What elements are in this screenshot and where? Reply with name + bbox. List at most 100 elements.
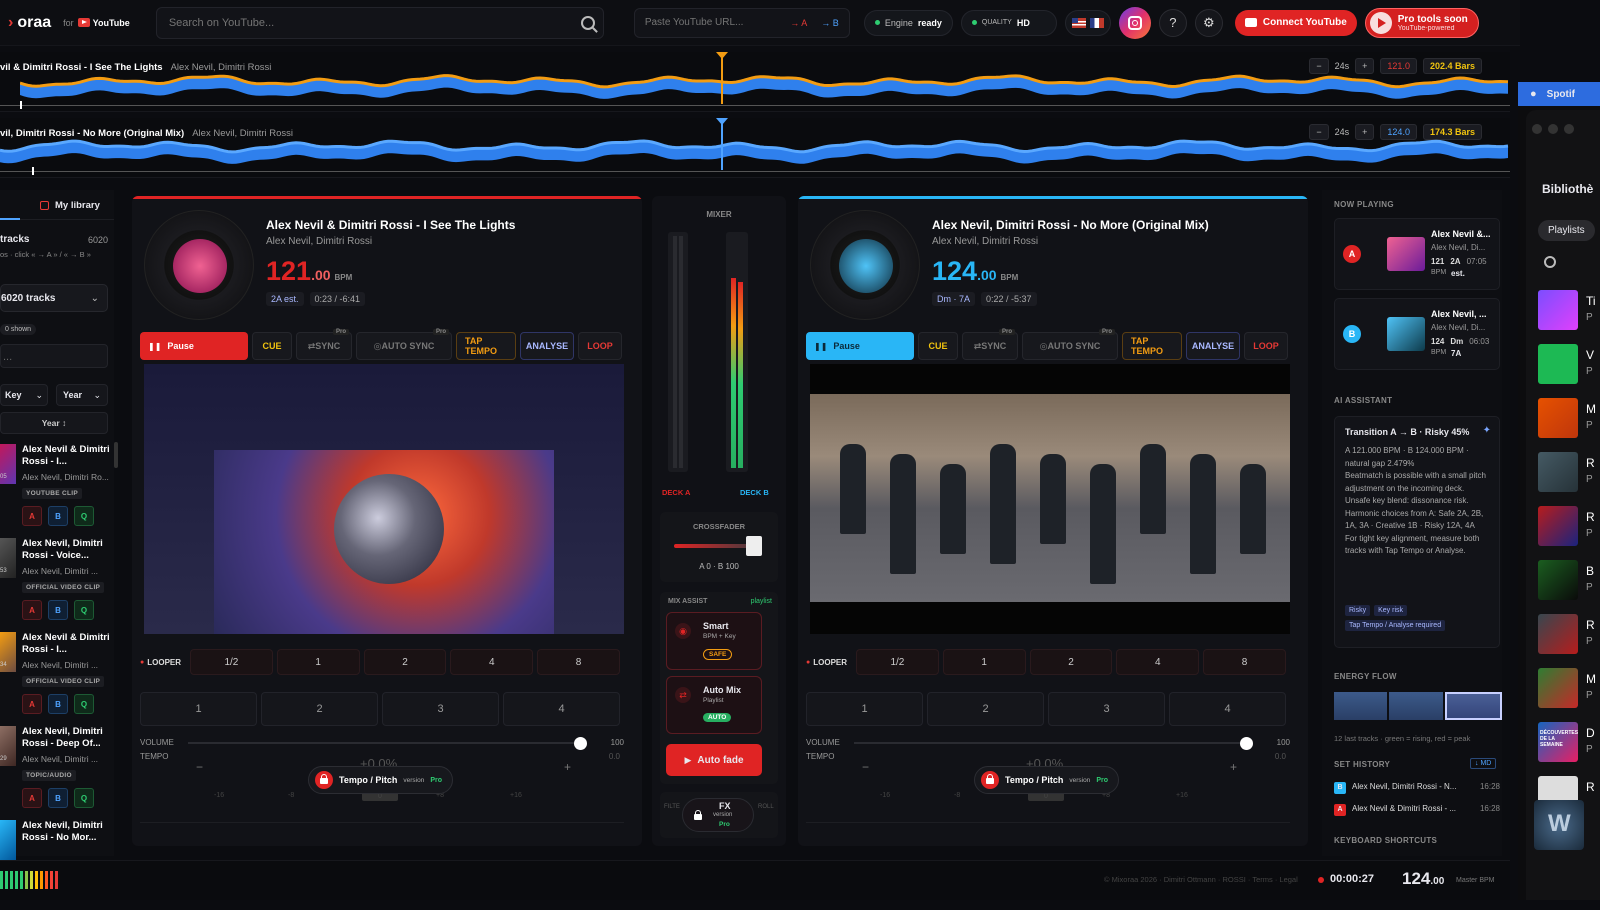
spotify-playlist-item[interactable]: DÉCOUVERTES DE LA SEMAINE D P: [1538, 722, 1600, 766]
key-select[interactable]: Key ⌄: [0, 384, 48, 406]
load-deck-b-button[interactable]: B: [48, 600, 68, 620]
language-switch[interactable]: [1064, 9, 1111, 36]
tempo-pitch-pro-button[interactable]: Tempo / Pitch version Pro: [974, 766, 1119, 794]
loop-button[interactable]: LOOP: [1244, 332, 1288, 360]
queue-button[interactable]: Q: [74, 600, 94, 620]
now-playing-card[interactable]: A Alex Nevil &... Alex Nevil, Di... 121 2A 07…: [1334, 218, 1500, 290]
loop-length-button[interactable]: 4: [1116, 649, 1200, 675]
help-icon[interactable]: ?: [1158, 8, 1187, 37]
tempo-minus-button[interactable]: −: [196, 760, 203, 774]
spotify-playlist-item[interactable]: BP: [1538, 560, 1600, 604]
spotify-tab[interactable]: ● Spotif: [1518, 82, 1600, 106]
url-input[interactable]: [644, 17, 781, 28]
load-deck-a-button[interactable]: A: [22, 600, 42, 620]
library-track-item[interactable]: 53 Alex Nevil, Dimitri Rossi - Voice... Al…: [0, 538, 114, 628]
hot-cue-button[interactable]: 2: [261, 692, 378, 726]
crossfader-handle[interactable]: [746, 536, 762, 556]
spotify-playlist-item[interactable]: MP: [1538, 398, 1600, 442]
now-playing-card[interactable]: B Alex Nevil, ... Alex Nevil, Di... 124 Dm 06…: [1334, 298, 1500, 370]
loop-length-button[interactable]: 4: [450, 649, 534, 675]
search-icon[interactable]: [580, 15, 595, 30]
video-player[interactable]: [144, 364, 624, 634]
tempo-plus-button[interactable]: +: [564, 760, 571, 774]
auto-mix-button[interactable]: ⇄ Auto Mix Playlist AUTO: [666, 676, 762, 734]
library-scrollbar[interactable]: [114, 442, 118, 468]
tab-my-library[interactable]: My library: [40, 200, 100, 211]
window-dot-icon[interactable]: [1564, 124, 1574, 134]
load-to-b-button[interactable]: → B: [817, 16, 843, 30]
load-deck-a-button[interactable]: A: [22, 506, 42, 526]
load-to-a-button[interactable]: → A: [786, 16, 811, 30]
hot-cue-button[interactable]: 3: [382, 692, 499, 726]
auto-sync-button[interactable]: ◎ AUTO SYNC Pro: [356, 329, 452, 360]
spotify-playlist-item[interactable]: RP: [1538, 614, 1600, 658]
waveform-b[interactable]: vil, Dimitri Rossi - No More (Original M…: [0, 118, 1510, 178]
library-track-item[interactable]: 29 Alex Nevil, Dimitri Rossi - Deep Of...…: [0, 726, 114, 816]
search-input[interactable]: [168, 16, 581, 29]
vinyl-platter[interactable]: [144, 210, 254, 320]
loop-length-button[interactable]: 2: [1029, 649, 1113, 675]
queue-button[interactable]: Q: [74, 694, 94, 714]
load-deck-b-button[interactable]: B: [48, 788, 68, 808]
auto-fade-button[interactable]: ▶ Auto fade: [666, 744, 762, 776]
analyse-button[interactable]: ANALYSE: [1186, 332, 1240, 360]
hot-cue-button[interactable]: 1: [140, 692, 257, 726]
volume-knob[interactable]: [574, 737, 587, 750]
cue-button[interactable]: CUE: [252, 332, 292, 360]
load-deck-a-button[interactable]: A: [22, 788, 42, 808]
loop-length-button[interactable]: 8: [537, 649, 620, 675]
tempo-pitch-pro-button[interactable]: Tempo / Pitch version Pro: [308, 766, 453, 794]
history-row[interactable]: A Alex Nevil & Dimitri Rossi - ... 16:28: [1334, 802, 1500, 818]
pause-button[interactable]: ❚❚ Pause: [806, 332, 914, 360]
sync-button[interactable]: ⇄ SYNC Pro: [962, 329, 1018, 360]
hot-cue-button[interactable]: 4: [503, 692, 620, 726]
volume-knob[interactable]: [1240, 737, 1253, 750]
auto-sync-button[interactable]: ◎ AUTO SYNC Pro: [1022, 329, 1118, 360]
hot-cue-button[interactable]: 2: [927, 692, 1044, 726]
queue-button[interactable]: Q: [74, 506, 94, 526]
hot-cue-button[interactable]: 1: [806, 692, 923, 726]
sync-button[interactable]: ⇄ SYNC Pro: [296, 329, 352, 360]
loop-length-button[interactable]: 8: [1203, 649, 1286, 675]
library-track-item[interactable]: 05 Alex Nevil & Dimitri Rossi - I... Alex …: [0, 444, 114, 534]
gear-icon[interactable]: ⚙: [1194, 8, 1223, 37]
history-row[interactable]: B Alex Nevil, Dimitri Rossi - N... 16:28: [1334, 780, 1500, 796]
flag-us-icon[interactable]: [1071, 17, 1086, 28]
instagram-icon[interactable]: [1118, 6, 1151, 39]
playlists-filter[interactable]: Playlists: [1538, 220, 1595, 241]
connect-youtube-button[interactable]: Connect YouTube: [1234, 9, 1357, 36]
window-dot-icon[interactable]: [1548, 124, 1558, 134]
tracks-dropdown[interactable]: 6020 tracks ⌄: [0, 284, 108, 312]
volume-slider[interactable]: [188, 742, 580, 744]
video-player[interactable]: [810, 364, 1290, 634]
smart-mix-button[interactable]: ◉ Smart BPM + Key SAFE: [666, 612, 762, 670]
spotify-playlist-item[interactable]: VP: [1538, 344, 1600, 388]
loop-length-button[interactable]: 1/2: [190, 649, 273, 675]
filter-input[interactable]: ...: [0, 344, 108, 368]
load-deck-a-button[interactable]: A: [22, 694, 42, 714]
search-icon[interactable]: [1544, 256, 1556, 268]
hot-cue-button[interactable]: 4: [1169, 692, 1286, 726]
waveform-a[interactable]: vil & Dimitri Rossi - I See The Lights Al…: [0, 52, 1510, 112]
year-select[interactable]: Year ⌄: [56, 384, 108, 406]
pause-button[interactable]: ❚❚ Pause: [140, 332, 248, 360]
analyse-button[interactable]: ANALYSE: [520, 332, 574, 360]
flag-fr-icon[interactable]: [1089, 17, 1104, 28]
load-deck-b-button[interactable]: B: [48, 506, 68, 526]
tap-tempo-button[interactable]: TAP TEMPO: [1122, 332, 1182, 360]
tap-tempo-button[interactable]: TAP TEMPO: [456, 332, 516, 360]
footer-copyright[interactable]: © Mixoraa 2026 · Dimitri Ottmann · ROSSI…: [1104, 875, 1298, 884]
spotify-playlist-item[interactable]: RP: [1538, 506, 1600, 550]
zoom-out-button[interactable]: −: [1309, 58, 1329, 74]
spotify-playlist-item[interactable]: Ti P: [1538, 290, 1600, 334]
loop-button[interactable]: LOOP: [578, 332, 622, 360]
tempo-minus-button[interactable]: −: [862, 760, 869, 774]
loop-length-button[interactable]: 1: [942, 649, 1026, 675]
spotify-playlist-item[interactable]: RP: [1538, 452, 1600, 496]
vinyl-platter[interactable]: [810, 210, 920, 320]
spotify-playlist-item[interactable]: MP: [1538, 668, 1600, 712]
sort-button[interactable]: Year ↕: [0, 412, 108, 434]
queue-button[interactable]: Q: [74, 788, 94, 808]
tempo-plus-button[interactable]: +: [1230, 760, 1237, 774]
library-track-item[interactable]: 34 Alex Nevil & Dimitri Rossi - I... Alex …: [0, 632, 114, 722]
